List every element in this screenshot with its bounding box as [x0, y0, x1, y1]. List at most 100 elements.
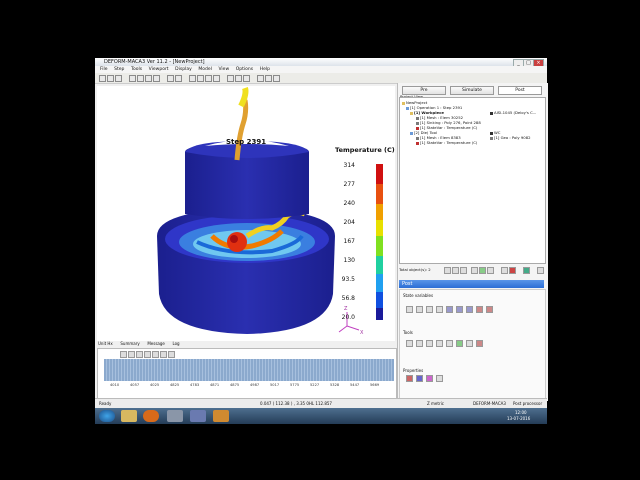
move-object-icon[interactable] [471, 267, 478, 274]
menu-file[interactable]: File [100, 66, 108, 73]
copy-object-icon[interactable] [452, 267, 459, 274]
menu-view[interactable]: View [218, 66, 229, 73]
menu-help[interactable]: Help [260, 66, 270, 73]
menu-tools[interactable]: Tools [131, 66, 142, 73]
prev-step-icon[interactable] [128, 351, 135, 358]
hotspot-core [230, 235, 238, 243]
pin-icon[interactable] [537, 267, 544, 274]
view-y-icon[interactable] [197, 75, 204, 82]
state-var-icon-1[interactable] [406, 306, 413, 313]
frame-label: 5328 [330, 383, 340, 387]
firefox-icon[interactable] [143, 410, 159, 422]
tab-post[interactable]: Post [498, 86, 542, 95]
rotate-icon[interactable] [129, 75, 136, 82]
zoom-icon[interactable] [145, 75, 152, 82]
tool-icon-3[interactable] [426, 340, 433, 347]
legend-swatch-2 [376, 184, 383, 204]
next-step-icon[interactable] [160, 351, 167, 358]
tree-item-tool-geo[interactable]: [1] Geo : Poly 9082 [490, 135, 531, 140]
tab-log[interactable]: Log [172, 341, 179, 347]
first-step-icon[interactable] [120, 351, 127, 358]
window-title: DEFORM-MACA3 Ver 11.2 - [NewProject] [104, 59, 205, 65]
menu-options[interactable]: Options [236, 66, 253, 73]
property-icon-4[interactable] [436, 375, 443, 382]
stop-object-icon[interactable] [509, 267, 516, 274]
operation-icon [406, 106, 409, 110]
state-var-icon-5[interactable] [446, 306, 453, 313]
app-icon-2[interactable] [190, 410, 206, 422]
measure-icon[interactable] [175, 75, 182, 82]
play-icon[interactable] [152, 351, 159, 358]
step-timeline[interactable] [104, 359, 394, 381]
state-var-icon-2[interactable] [416, 306, 423, 313]
legend-value-6: 130 [343, 257, 355, 264]
tab-simulate[interactable]: Simulate [450, 86, 494, 95]
object-toolbar: Total object(s): 2 [399, 265, 544, 275]
tool-icon-7[interactable] [466, 340, 473, 347]
tool-icon-2[interactable] [416, 340, 423, 347]
tree-item-tool-statevar[interactable]: [1] StateVar : Temperature (C) [416, 140, 477, 145]
legend-value-1: 314 [343, 162, 355, 169]
menu-viewport[interactable]: Viewport [149, 66, 169, 73]
add-object-icon[interactable] [444, 267, 451, 274]
tree-item-material[interactable]: AISI-1045 (Deloy's C... [490, 110, 536, 115]
show-object-icon[interactable] [479, 267, 486, 274]
property-icon-1[interactable] [406, 375, 413, 382]
tool-icon-1[interactable] [406, 340, 413, 347]
menu-step[interactable]: Step [114, 66, 124, 73]
frame-label: 4987 [250, 383, 260, 387]
toggle-object-icon[interactable] [523, 267, 530, 274]
tab-unit-hx[interactable]: Unit Hx [98, 341, 113, 347]
iso-view-icon[interactable] [213, 75, 220, 82]
state-var-icon-6[interactable] [456, 306, 463, 313]
delete-object-icon[interactable] [460, 267, 467, 274]
color-object-icon[interactable] [501, 267, 508, 274]
state-var-icon-4[interactable] [436, 306, 443, 313]
mesh-icon[interactable] [243, 75, 250, 82]
fit-icon[interactable] [153, 75, 160, 82]
tool-icon-4[interactable] [436, 340, 443, 347]
stop-icon[interactable] [144, 351, 151, 358]
axis-z-label: Z [344, 306, 348, 312]
tool-icon-5[interactable] [446, 340, 453, 347]
last-step-icon[interactable] [168, 351, 175, 358]
pan-icon[interactable] [137, 75, 144, 82]
explorer-icon[interactable] [121, 410, 137, 422]
menu-display[interactable]: Display [175, 66, 192, 73]
property-icon-2[interactable] [416, 375, 423, 382]
state-var-icon-7[interactable] [466, 306, 473, 313]
deform-icon[interactable] [213, 410, 229, 422]
capture-icon[interactable] [273, 75, 280, 82]
frame-label: 5447 [350, 383, 360, 387]
legend-value-8: 56.8 [341, 295, 355, 302]
view-x-icon[interactable] [189, 75, 196, 82]
folder-icon [402, 101, 405, 105]
color-icon[interactable] [265, 75, 272, 82]
state-var-icon-3[interactable] [426, 306, 433, 313]
state-var-icon-8[interactable] [476, 306, 483, 313]
select-icon[interactable] [167, 75, 174, 82]
light-icon[interactable] [257, 75, 264, 82]
graphics-viewport[interactable]: Z X Step 2391 Temperature (C) 314 277 24… [97, 86, 395, 341]
wireframe-icon[interactable] [235, 75, 242, 82]
save-icon[interactable] [107, 75, 114, 82]
tool-icon-6[interactable] [456, 340, 463, 347]
open-icon[interactable] [99, 75, 106, 82]
start-button-icon[interactable] [99, 410, 115, 422]
legend-value-7: 93.5 [341, 276, 355, 283]
property-icon-3[interactable] [426, 375, 433, 382]
shade-icon[interactable] [227, 75, 234, 82]
tab-summary[interactable]: Summary [120, 341, 139, 347]
menu-model[interactable]: Model [198, 66, 212, 73]
view-z-icon[interactable] [205, 75, 212, 82]
legend-swatch-1 [376, 164, 383, 184]
legend-color-bar [376, 164, 383, 320]
state-var-icon-9[interactable] [486, 306, 493, 313]
play-back-icon[interactable] [136, 351, 143, 358]
print-icon[interactable] [115, 75, 122, 82]
legend-swatch-3 [376, 204, 383, 220]
tab-message[interactable]: Message [147, 341, 165, 347]
hide-object-icon[interactable] [487, 267, 494, 274]
app-icon-1[interactable] [167, 410, 183, 422]
tool-icon-8[interactable] [476, 340, 483, 347]
